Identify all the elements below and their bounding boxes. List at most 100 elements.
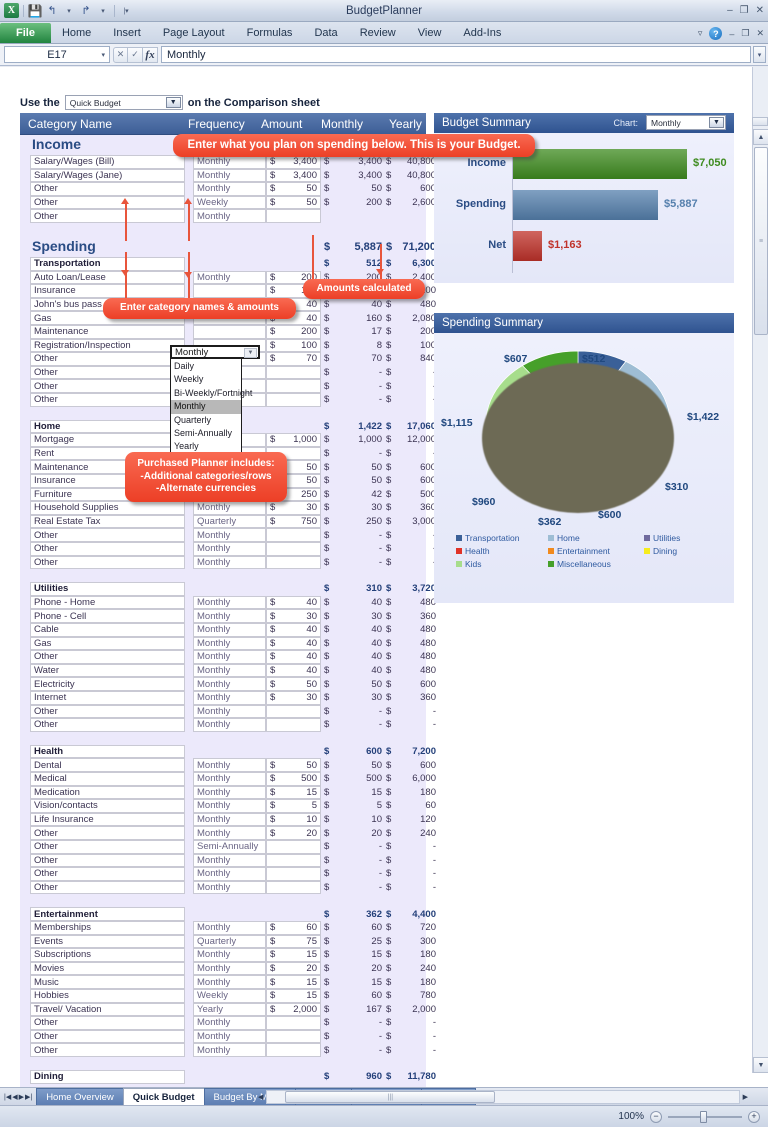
frequency-cell[interactable]: Monthly <box>193 853 266 868</box>
amount-cell[interactable] <box>266 1029 321 1044</box>
table-row[interactable]: OtherMonthly$-$- <box>20 542 436 556</box>
section-name[interactable]: Transportation <box>30 257 185 271</box>
frequency-cell[interactable]: Monthly <box>193 799 266 813</box>
amount-cell[interactable] <box>266 880 321 895</box>
amount-cell[interactable]: $40 <box>266 636 321 651</box>
formula-input[interactable]: Monthly <box>161 46 751 63</box>
hscroll-right-icon[interactable]: ▶ <box>740 1093 748 1101</box>
amount-cell[interactable]: $15 <box>266 975 321 989</box>
category-cell[interactable]: Other <box>30 365 185 380</box>
amount-cell[interactable] <box>266 704 321 719</box>
frequency-cell[interactable]: Semi-Annually <box>193 840 266 854</box>
frequency-cell[interactable]: Monthly <box>193 609 266 623</box>
section-name[interactable]: Home <box>30 419 185 434</box>
category-cell[interactable]: Gas <box>30 636 185 651</box>
minimize-ribbon-icon[interactable]: ▿ <box>698 28 703 39</box>
category-cell[interactable]: Medical <box>30 772 185 786</box>
category-cell[interactable]: Hobbies <box>30 989 185 1003</box>
tab-page-layout[interactable]: Page Layout <box>152 24 236 43</box>
table-row[interactable]: OtherMonthly$-$- <box>20 880 436 895</box>
category-cell[interactable]: Other <box>30 826 185 840</box>
amount-cell[interactable]: $100 <box>266 338 321 353</box>
amount-cell[interactable] <box>266 528 321 542</box>
table-row[interactable]: Phone - Cell Monthly $30 $30 $360 <box>20 609 436 623</box>
amount-cell[interactable] <box>266 379 321 393</box>
section-header-row[interactable]: Dining $960 $11,780 <box>20 1070 436 1084</box>
amount-cell[interactable]: $20 <box>266 826 321 840</box>
category-cell[interactable]: Other <box>30 393 185 407</box>
category-cell[interactable]: Insurance <box>30 284 185 298</box>
amount-cell[interactable]: $70 <box>266 352 321 366</box>
chevron-down-icon[interactable]: ▾ <box>101 51 105 59</box>
amount-cell[interactable]: $750 <box>266 514 321 529</box>
table-row[interactable]: Maintenance $200 $17 $200 <box>20 325 436 339</box>
table-row[interactable]: OtherMonthly$-$- <box>20 867 436 881</box>
amount-cell[interactable] <box>266 542 321 556</box>
amount-cell[interactable]: $60 <box>266 921 321 935</box>
category-cell[interactable]: Vision/contacts <box>30 799 185 813</box>
category-cell[interactable]: Subscriptions <box>30 948 185 962</box>
dropdown-option[interactable]: Semi-Annually <box>171 427 241 440</box>
zoom-slider[interactable] <box>668 1110 742 1123</box>
expand-formula-bar-icon[interactable]: ▾ <box>753 46 766 63</box>
frequency-cell[interactable]: Monthly <box>193 636 266 651</box>
tab-review[interactable]: Review <box>349 24 407 43</box>
frequency-cell[interactable]: Monthly <box>193 758 266 772</box>
frequency-cell[interactable]: Monthly <box>193 921 266 935</box>
frequency-cell[interactable]: Monthly <box>193 542 266 556</box>
vertical-scrollbar[interactable]: ▲ ≡ ▼ <box>752 67 768 1073</box>
dropdown-option[interactable]: Quarterly <box>171 414 241 427</box>
category-cell[interactable]: Music <box>30 975 185 989</box>
table-row[interactable]: OtherMonthly$-$- <box>20 718 436 732</box>
frequency-cell[interactable]: Monthly <box>193 623 266 637</box>
amount-cell[interactable] <box>266 393 321 407</box>
category-cell[interactable]: Other <box>30 1029 185 1044</box>
category-cell[interactable]: Life Insurance <box>30 812 185 827</box>
amount-cell[interactable]: $30 <box>266 609 321 623</box>
split-handle[interactable] <box>752 117 768 126</box>
frequency-dropdown[interactable]: Monthly ▼ Daily Weekly Bi-Weekly/Fortnight… <box>170 345 260 456</box>
minimize-button[interactable]: – <box>727 5 733 16</box>
window-minimize-icon[interactable]: – <box>729 29 734 39</box>
category-cell[interactable]: Other <box>30 379 185 393</box>
category-cell[interactable]: Events <box>30 934 185 949</box>
frequency-cell[interactable]: Monthly <box>193 826 266 840</box>
section-name[interactable]: Dining <box>30 1070 185 1084</box>
category-cell[interactable]: Other <box>30 1016 185 1030</box>
amount-cell[interactable]: $50 <box>266 182 321 196</box>
chevron-down-icon[interactable]: ▼ <box>165 97 181 108</box>
restore-button[interactable]: ❐ <box>740 5 749 16</box>
amount-cell[interactable]: $3,400 <box>266 168 321 183</box>
frequency-cell[interactable]: Monthly <box>193 691 266 705</box>
table-row[interactable]: Medical Monthly $500 $500 $6,000 <box>20 772 436 786</box>
amount-cell[interactable]: $2,000 <box>266 1002 321 1017</box>
name-box[interactable]: E17 ▾ <box>4 46 110 63</box>
frequency-cell[interactable]: Monthly <box>193 704 266 719</box>
table-row[interactable]: Other Semi-Annually $ - $ - <box>20 840 436 854</box>
category-cell[interactable]: Auto Loan/Lease <box>30 270 185 285</box>
frequency-cell[interactable]: Monthly <box>193 718 266 732</box>
table-row[interactable]: Hobbies Weekly $15 $60 $780 <box>20 989 436 1003</box>
frequency-cell[interactable]: Monthly <box>193 209 266 223</box>
table-row[interactable]: Water Monthly $40 $40 $480 <box>20 663 436 678</box>
amount-cell[interactable]: $50 <box>266 195 321 210</box>
amount-cell[interactable]: $40 <box>266 663 321 678</box>
table-row[interactable]: Other Weekly $50 $200 $2,600 <box>20 195 436 210</box>
amount-cell[interactable]: $10 <box>266 812 321 827</box>
amount-cell[interactable]: $50 <box>266 758 321 772</box>
table-row[interactable]: Other Monthly <box>20 209 426 223</box>
amount-cell[interactable] <box>266 1043 321 1057</box>
table-row[interactable]: Salary/Wages (Bill) Monthly $3,400 $3,400 $4… <box>20 155 436 169</box>
dropdown-option[interactable]: Weekly <box>171 373 241 386</box>
table-row[interactable]: OtherMonthly$-$- <box>20 1016 436 1030</box>
category-cell[interactable]: Dental <box>30 758 185 772</box>
frequency-cell[interactable]: Monthly <box>193 155 266 169</box>
frequency-dropdown-button[interactable]: Monthly ▼ <box>170 345 260 359</box>
tab-home[interactable]: Home <box>51 24 102 43</box>
vertical-scroll-thumb[interactable]: ≡ <box>754 147 768 335</box>
amount-cell[interactable] <box>266 365 321 380</box>
chevron-down-icon[interactable]: ▼ <box>709 117 724 128</box>
table-row[interactable]: Medication Monthly $15 $15 $180 <box>20 785 436 800</box>
table-row[interactable]: Gas Monthly $40 $40 $480 <box>20 636 436 651</box>
table-row[interactable]: OtherMonthly$-$- <box>20 1029 436 1044</box>
